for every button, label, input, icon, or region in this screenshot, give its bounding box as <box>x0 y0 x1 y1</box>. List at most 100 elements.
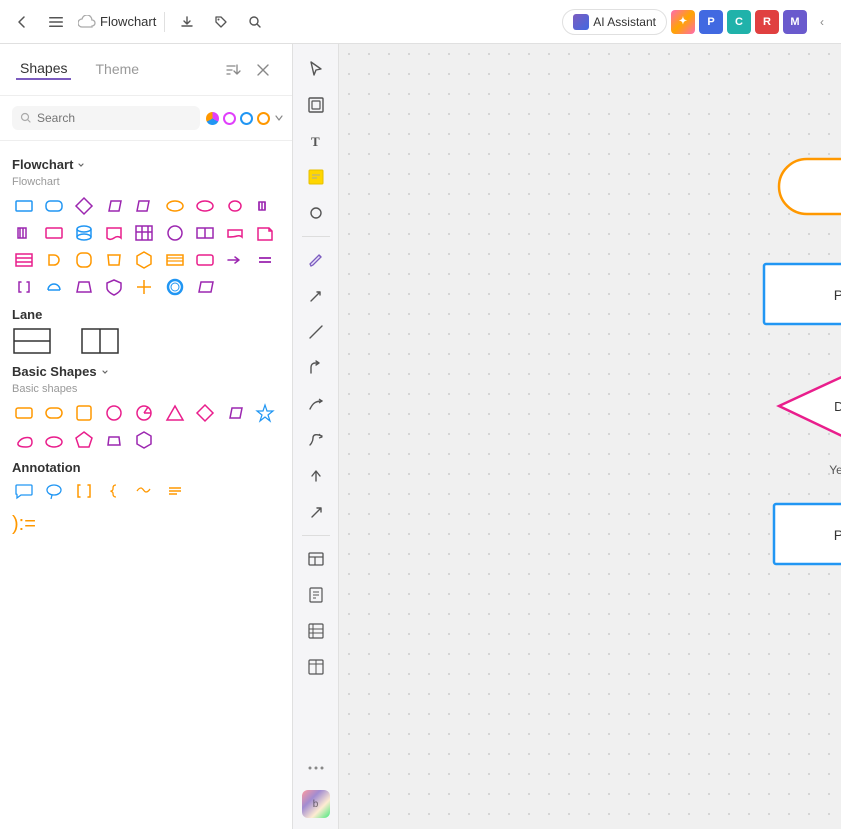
sort-button[interactable] <box>220 57 246 83</box>
basic-square-orange[interactable] <box>72 401 96 425</box>
app-icon-m[interactable]: M <box>783 10 807 34</box>
shape-rect-split-purple[interactable] <box>193 221 217 245</box>
basic-ellipse-pink[interactable] <box>42 428 66 452</box>
canvas-area[interactable]: Start Process Decision Yes No Process Pr… <box>339 44 841 829</box>
search-input-wrap[interactable] <box>12 106 200 130</box>
basic-rect-rounded-orange[interactable] <box>42 401 66 425</box>
tab-shapes[interactable]: Shapes <box>16 60 71 80</box>
shape-shield-purple[interactable] <box>102 275 126 299</box>
download-button[interactable] <box>173 8 201 36</box>
tool-select[interactable] <box>299 52 333 86</box>
tool-arrow-bend[interactable] <box>299 351 333 385</box>
shape-circle2-blue[interactable] <box>163 275 187 299</box>
shape-semicircle-blue[interactable] <box>42 275 66 299</box>
tool-line[interactable] <box>299 315 333 349</box>
basic-hexagon-purple[interactable] <box>132 428 156 452</box>
basic-triangle-pink[interactable] <box>163 401 187 425</box>
basic-circle-pink[interactable] <box>102 401 126 425</box>
tool-palette[interactable]: b <box>299 787 333 821</box>
search-top-button[interactable] <box>241 8 269 36</box>
shape-doc-pink[interactable] <box>102 221 126 245</box>
shape-parallelogram3-purple[interactable] <box>193 275 217 299</box>
shape-oval-pink[interactable] <box>193 194 217 218</box>
shape-parallelogram2-purple[interactable] <box>132 194 156 218</box>
shape-drum2-purple[interactable] <box>12 221 36 245</box>
color-dot-orange[interactable] <box>257 112 270 125</box>
ai-assistant-button[interactable]: AI Assistant <box>562 9 667 35</box>
tool-arrow-ne[interactable] <box>299 495 333 529</box>
color-dropdown-icon[interactable] <box>274 113 284 123</box>
shape-lines-orange[interactable] <box>163 248 187 272</box>
basic-pentagon-pink[interactable] <box>72 428 96 452</box>
basic-star-blue[interactable] <box>253 401 277 425</box>
shape-grid-purple[interactable] <box>132 221 156 245</box>
shape-trapezoid-orange[interactable] <box>102 248 126 272</box>
menu-button[interactable] <box>42 8 70 36</box>
shape-bracket-purple[interactable] <box>12 275 36 299</box>
shape-rect3-pink[interactable] <box>193 248 217 272</box>
shape-circle-purple[interactable] <box>163 221 187 245</box>
shape-list-pink[interactable] <box>12 248 36 272</box>
shape-trapezoid2-purple[interactable] <box>72 275 96 299</box>
tool-table[interactable] <box>299 542 333 576</box>
tool-frame[interactable] <box>299 88 333 122</box>
annot-wave-orange[interactable] <box>132 479 156 503</box>
close-panel-button[interactable] <box>250 57 276 83</box>
shape-rect-blue[interactable] <box>12 194 36 218</box>
app-icon-p[interactable]: P <box>699 10 723 34</box>
shape-doc2-pink[interactable] <box>253 221 277 245</box>
tool-circle[interactable] <box>299 196 333 230</box>
shape-diamond-purple[interactable] <box>72 194 96 218</box>
tool-columns[interactable] <box>299 650 333 684</box>
shape-cross-orange[interactable] <box>132 275 156 299</box>
annot-bracket-orange[interactable] <box>72 479 96 503</box>
tag-button[interactable] <box>207 8 235 36</box>
tool-curve2[interactable] <box>299 423 333 457</box>
tool-pencil[interactable] <box>299 243 333 277</box>
tool-curve1[interactable] <box>299 387 333 421</box>
tab-theme[interactable]: Theme <box>91 61 143 79</box>
shape-parallelogram-purple[interactable] <box>102 194 126 218</box>
tool-text-doc[interactable] <box>299 578 333 612</box>
color-dot-multi[interactable] <box>206 112 219 125</box>
basic-rect-orange[interactable] <box>12 401 36 425</box>
lane-vertical[interactable] <box>80 326 120 356</box>
shape-cylinder-blue[interactable] <box>72 221 96 245</box>
shape-arrow-right-purple[interactable] <box>223 248 247 272</box>
shape-ellipse-orange[interactable] <box>163 194 187 218</box>
annot-curly-orange[interactable] <box>102 479 126 503</box>
tool-list[interactable] <box>299 614 333 648</box>
section-lane[interactable]: Lane <box>12 307 280 322</box>
annot-lines-orange[interactable] <box>163 479 187 503</box>
tool-arrow-diag[interactable] <box>299 279 333 313</box>
annot-bubble2-blue[interactable] <box>42 479 66 503</box>
shape-rect-pink2[interactable] <box>42 221 66 245</box>
basic-parallelogram-purple[interactable] <box>223 401 247 425</box>
app-icon-gradient[interactable]: ✦ <box>671 10 695 34</box>
color-dot-blue[interactable] <box>240 112 253 125</box>
basic-trapezoid-purple[interactable] <box>102 428 126 452</box>
back-button[interactable] <box>8 8 36 36</box>
basic-diamond-pink[interactable] <box>193 401 217 425</box>
section-annotation[interactable]: Annotation <box>12 460 280 475</box>
tool-arrow-up[interactable] <box>299 459 333 493</box>
app-icon-c[interactable]: C <box>727 10 751 34</box>
shape-rect-rounded-blue[interactable] <box>42 194 66 218</box>
shape-wave-pink[interactable] <box>223 221 247 245</box>
color-dot-pink[interactable] <box>223 112 236 125</box>
collapse-apps-button[interactable]: ‹ <box>811 11 833 33</box>
search-input[interactable] <box>37 111 192 125</box>
annot-extra[interactable]: ):= <box>12 509 280 540</box>
basic-oval-pink[interactable] <box>12 428 36 452</box>
tool-more[interactable] <box>299 751 333 785</box>
shape-equals-purple[interactable] <box>253 248 277 272</box>
shape-rounded-sq-orange[interactable] <box>72 248 96 272</box>
shape-oval2-pink[interactable] <box>223 194 247 218</box>
shape-D-orange[interactable] <box>42 248 66 272</box>
section-flowchart[interactable]: Flowchart <box>12 157 280 172</box>
tool-sticky[interactable] <box>299 160 333 194</box>
shape-hexagon-orange[interactable] <box>132 248 156 272</box>
app-icon-r[interactable]: R <box>755 10 779 34</box>
shape-drum-purple[interactable] <box>253 194 277 218</box>
tool-text[interactable]: T <box>299 124 333 158</box>
